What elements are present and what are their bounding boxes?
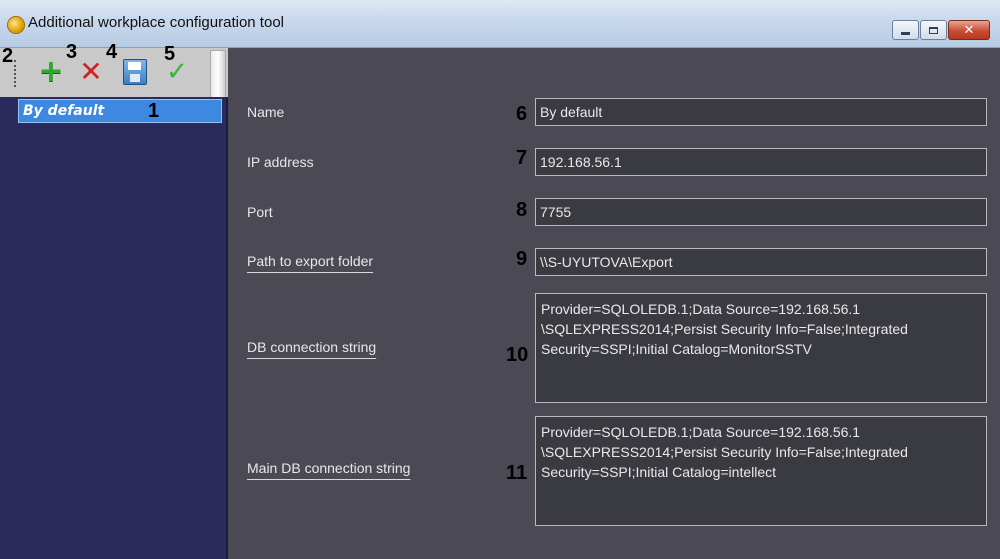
callout-11: 11 (506, 462, 528, 484)
port-field[interactable]: 7755 (535, 198, 987, 226)
callout-4: 4 (106, 41, 118, 63)
title-bar: Additional workplace configuration tool … (0, 0, 1000, 48)
minimize-button[interactable] (892, 20, 919, 40)
toolbar-grip[interactable] (14, 60, 19, 87)
close-icon: ✕ (963, 22, 975, 38)
save-button[interactable] (120, 56, 150, 88)
delete-button[interactable]: ✕ (76, 56, 106, 88)
ip-address-field[interactable]: 192.168.56.1 (535, 148, 987, 176)
db-connection-field[interactable]: Provider=SQLOLEDB.1;Data Source=192.168.… (535, 293, 987, 403)
save-icon (123, 59, 147, 85)
callout-6: 6 (516, 103, 528, 125)
name-label: Name (247, 104, 285, 120)
callout-7: 7 (516, 147, 528, 169)
callout-9: 9 (516, 248, 528, 270)
minimize-icon (901, 31, 910, 35)
main-db-connection-field[interactable]: Provider=SQLOLEDB.1;Data Source=192.168.… (535, 416, 987, 526)
toolbar-overflow-handle[interactable] (210, 50, 226, 99)
main-db-connection-link[interactable]: Main DB connection string (247, 460, 410, 476)
name-field[interactable]: By default (535, 98, 987, 126)
callout-2: 2 (2, 45, 14, 67)
sidebar (0, 97, 228, 559)
sidebar-item-by-default[interactable]: By default (18, 99, 222, 123)
port-label: Port (247, 204, 273, 220)
delete-icon: ✕ (79, 55, 103, 88)
export-folder-link[interactable]: Path to export folder (247, 253, 373, 269)
sidebar-item-label: By default (23, 103, 105, 119)
add-button[interactable]: + (36, 56, 66, 88)
callout-5: 5 (164, 43, 176, 65)
add-icon: + (38, 54, 64, 89)
close-button[interactable]: ✕ (948, 20, 990, 40)
export-folder-field[interactable]: \\S-UYUTOVA\Export (535, 248, 987, 276)
window-title: Additional workplace configuration tool (28, 14, 284, 31)
maximize-button[interactable] (920, 20, 947, 40)
maximize-icon (929, 26, 938, 34)
callout-8: 8 (516, 199, 528, 221)
callout-1: 1 (148, 100, 160, 122)
ip-address-label: IP address (247, 154, 314, 170)
app-window: Additional workplace configuration tool … (0, 0, 1000, 559)
callout-10: 10 (506, 344, 529, 366)
callout-3: 3 (66, 41, 78, 63)
app-gear-icon (8, 17, 24, 33)
db-connection-link[interactable]: DB connection string (247, 339, 376, 355)
